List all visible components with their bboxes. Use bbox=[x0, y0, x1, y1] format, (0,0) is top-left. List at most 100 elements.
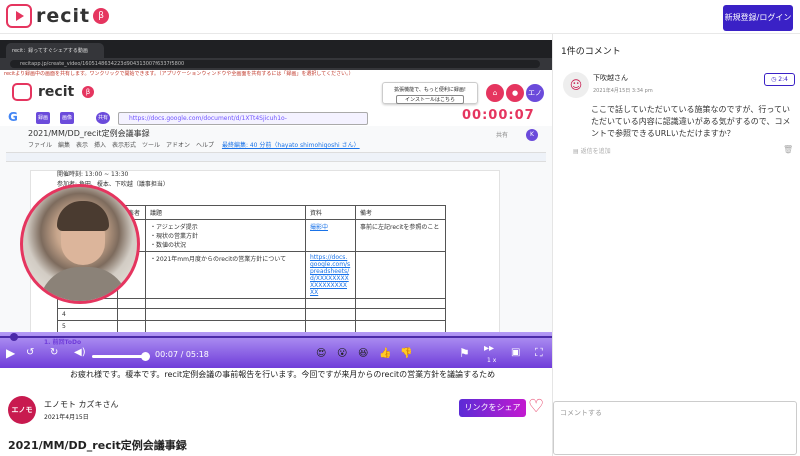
inner-logo-text: recit bbox=[38, 84, 75, 100]
upload-date: 2021年4月15日 bbox=[44, 414, 89, 421]
reply-input[interactable]: ▤ 返信を追加 bbox=[563, 146, 795, 158]
comment-date: 2021年4月15日 3:34 pm bbox=[593, 88, 653, 94]
play-icon[interactable]: ▶ bbox=[6, 346, 15, 360]
record-tool-icon: 録画 bbox=[36, 112, 50, 124]
like-heart-icon[interactable]: ♡ bbox=[528, 396, 544, 417]
inner-avatar: エノ bbox=[526, 84, 544, 102]
play-logo-icon bbox=[6, 4, 32, 28]
table-cell: 備考 bbox=[355, 205, 446, 220]
comment-timestamp-button[interactable]: ◷ 2:4 bbox=[764, 73, 795, 86]
volume-slider[interactable] bbox=[92, 352, 150, 361]
doc-title: 2021/MM/DD_recit定例会議事録 bbox=[28, 129, 150, 138]
table-cell bbox=[355, 308, 446, 321]
table-cell bbox=[305, 298, 356, 309]
uploader-avatar[interactable]: エノモ bbox=[8, 396, 36, 424]
share-notice: recitより録画中の画面を共有します。ワンクリックで開始できます。（アプリケー… bbox=[0, 70, 552, 78]
install-prompt-text: 拡張機能で、もっと便利に録画! bbox=[394, 87, 466, 93]
table-cell: 事前に左記recitを参照のこと bbox=[355, 219, 446, 252]
table-cell: 4 bbox=[57, 308, 118, 321]
table-row: 4 bbox=[57, 308, 446, 321]
install-button: インストールはこちら bbox=[396, 95, 464, 104]
recorded-doc-url: https://docs.google.com/document/d/1XTt4… bbox=[118, 112, 368, 134]
table-cell bbox=[305, 308, 356, 321]
browser-url: recitapp.jp/create_video/1605148634223d9… bbox=[10, 60, 540, 68]
volume-icon[interactable]: ◀) bbox=[74, 347, 86, 358]
logo-text: recit bbox=[36, 5, 91, 27]
install-prompt: 拡張機能で、もっと便利に録画! インストールはこちら bbox=[382, 82, 478, 104]
fullscreen-icon[interactable]: ⛶ bbox=[535, 346, 543, 360]
table-cell bbox=[355, 320, 446, 333]
table-cell: 議題 bbox=[145, 205, 306, 220]
laugh-emoji-icon[interactable]: 😆 bbox=[358, 348, 368, 359]
video-title: 2021/MM/DD_recit定例会議事録 bbox=[8, 439, 187, 452]
playback-time: 00:07 / 05:18 bbox=[155, 350, 209, 359]
table-cell bbox=[355, 251, 446, 299]
table-cell: 撮影中 bbox=[305, 219, 356, 252]
browser-tab: recit：録ってすぐシェアする動画 bbox=[6, 43, 104, 58]
table-cell: ・アジェンダ提示 ・現状の営業方針 ・数値の状況 bbox=[145, 219, 306, 252]
recording-timer: 00:00:07 bbox=[462, 108, 535, 123]
inner-beta-badge: β bbox=[82, 86, 94, 98]
browser-tab-strip: recit：録ってすぐシェアする動画 bbox=[0, 40, 552, 58]
beta-badge: β bbox=[93, 8, 110, 24]
share-link-button[interactable]: リンクをシェア bbox=[459, 399, 526, 417]
doc-edit-note: 最終編集: 40 分前（hayato shimohigoshi さん） bbox=[221, 142, 360, 149]
comment-timestamp: 2:4 bbox=[778, 76, 788, 83]
webcam-bubble[interactable] bbox=[20, 184, 140, 304]
image-tool-icon: 画像 bbox=[60, 112, 74, 124]
doc-menu: ファイル 編集 表示 挿入 表示形式 ツール アドオン ヘルプ 最終編集: 40… bbox=[28, 140, 360, 149]
volume-handle[interactable] bbox=[141, 352, 150, 361]
inner-recit-header: recit β 拡張機能で、もっと便利に録画! インストールはこちら ⌂ ● エ… bbox=[0, 78, 552, 108]
table-cell: 資料 bbox=[305, 205, 356, 220]
commenter-avatar: ☺ bbox=[563, 72, 589, 98]
recording-toolbar: G 録画 画像 共有 https://docs.google.com/docum… bbox=[0, 108, 552, 134]
presenter-body bbox=[39, 267, 129, 301]
table-cell bbox=[117, 320, 146, 333]
comment-text: ここで話していただいている施策なのですが、行っていただいている内容に認識違いがあ… bbox=[591, 105, 791, 138]
rewind-10-icon[interactable]: ↺ bbox=[26, 347, 34, 358]
doc-user-avatar: K bbox=[526, 129, 538, 141]
speed-label[interactable]: 1 x bbox=[487, 357, 496, 364]
progress-handle[interactable] bbox=[10, 333, 18, 341]
presenter-hair bbox=[57, 201, 109, 231]
login-button[interactable]: 新規登録/ログイン bbox=[723, 5, 793, 31]
camera-icon: ● bbox=[506, 84, 524, 102]
table-cell bbox=[145, 320, 306, 333]
table-cell bbox=[355, 298, 446, 309]
home-icon: ⌂ bbox=[486, 84, 504, 102]
subtitle-text: お疲れ様です。榎本です。recit定例会議の事前報告を行います。今回ですが来月か… bbox=[70, 370, 496, 379]
browser-address-bar: recitapp.jp/create_video/1605148634223d9… bbox=[0, 58, 552, 70]
surprised-emoji-icon[interactable]: 😮 bbox=[337, 348, 347, 359]
table-cell: https://docs.google.com/spreadsheets/d/X… bbox=[305, 251, 356, 299]
google-icon: G bbox=[8, 110, 18, 124]
reply-placeholder: 返信を追加 bbox=[580, 148, 611, 155]
delete-icon[interactable]: 🗑 bbox=[783, 145, 793, 154]
chapter-label[interactable]: 1. 前回ToDo bbox=[44, 337, 81, 346]
uploader-name: エノモト カズキさん bbox=[44, 400, 119, 409]
doc-line: 開催時刻: 13:00 ~ 13:30 bbox=[57, 171, 129, 178]
picture-in-picture-icon[interactable]: ▣ bbox=[511, 347, 520, 358]
thumbs-down-icon[interactable]: 👎 bbox=[400, 348, 412, 359]
table-cell bbox=[145, 298, 306, 309]
doc-toolbar bbox=[6, 152, 546, 162]
logo[interactable]: recit β bbox=[6, 4, 110, 28]
table-row: 5 bbox=[57, 320, 446, 333]
comment-input[interactable]: コメントする bbox=[553, 401, 797, 455]
flag-icon[interactable]: ⚑ bbox=[459, 346, 470, 360]
comment-count: 1件のコメント bbox=[561, 47, 621, 57]
table-cell bbox=[305, 320, 356, 333]
inner-logo-icon bbox=[12, 83, 32, 101]
doc-menu-items: ファイル 編集 表示 挿入 表示形式 ツール アドオン ヘルプ bbox=[28, 142, 215, 149]
share-tool-icon: 共有 bbox=[96, 112, 110, 124]
heart-eyes-emoji-icon[interactable]: 😍 bbox=[316, 348, 326, 359]
table-cell bbox=[145, 308, 306, 321]
progress-bar[interactable] bbox=[0, 333, 552, 341]
top-bar: recit β 新規登録/ログイン bbox=[0, 0, 800, 34]
comment-author: 下吹越さん bbox=[593, 74, 628, 82]
forward-10-icon[interactable]: ↻ bbox=[50, 347, 58, 358]
speed-icon[interactable]: ▸▸ bbox=[484, 343, 494, 354]
video-player[interactable]: recit：録ってすぐシェアする動画 recitapp.jp/create_vi… bbox=[0, 40, 552, 368]
doc-share-label: 共有 bbox=[496, 132, 509, 139]
table-cell: ・2021年mm月度からのrecitの営業方針について bbox=[145, 251, 306, 299]
thumbs-up-icon[interactable]: 👍 bbox=[379, 348, 391, 359]
